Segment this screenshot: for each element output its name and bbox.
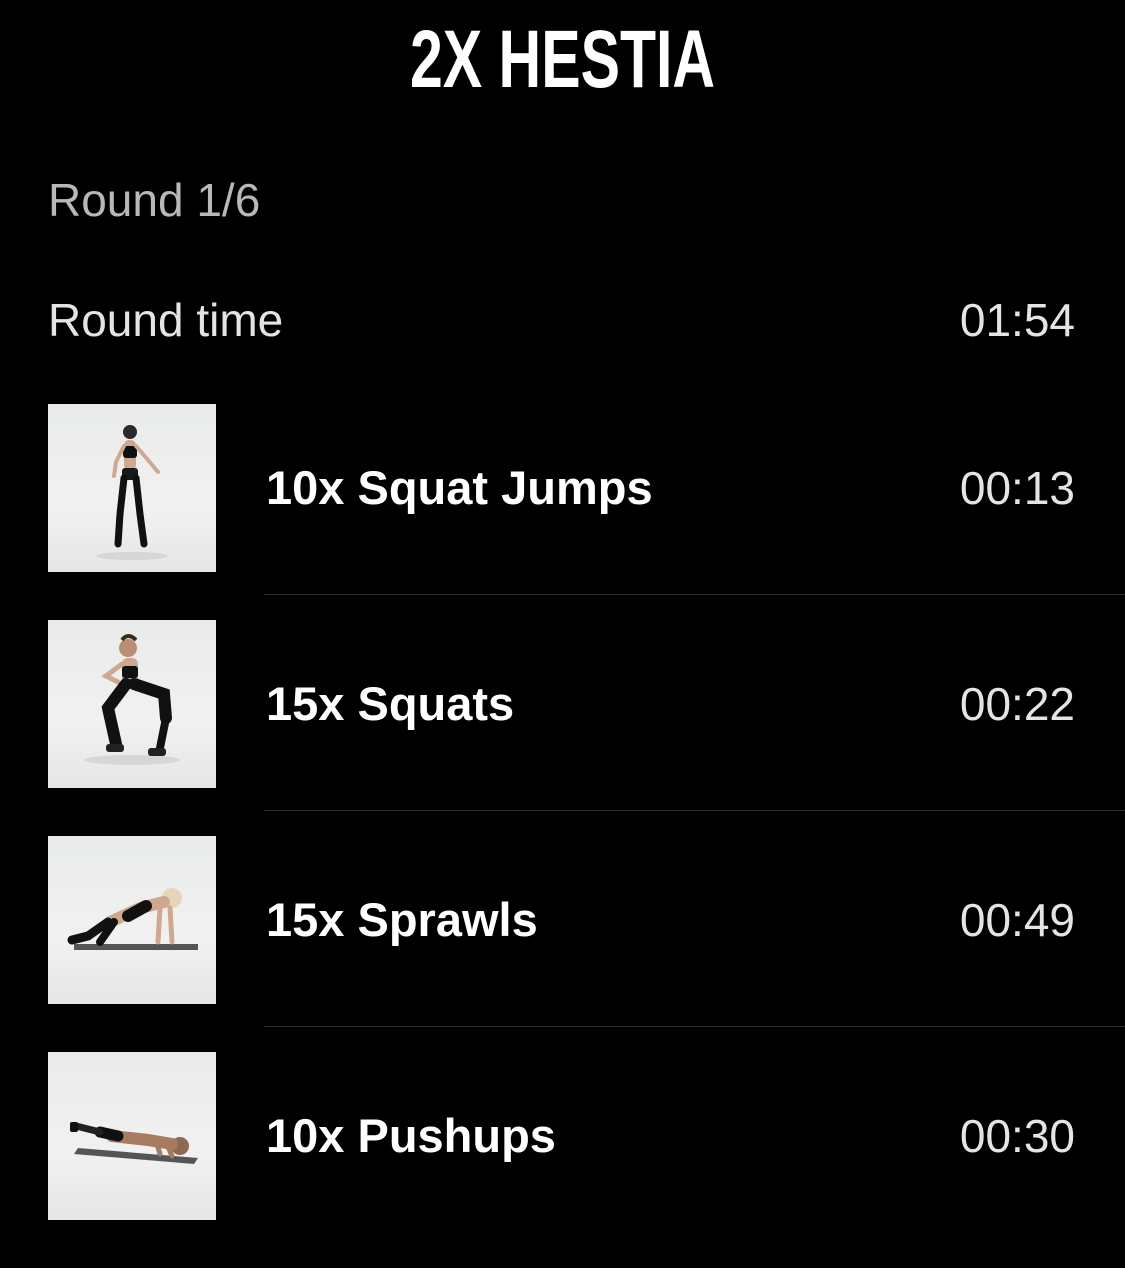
round-counter: Round 1/6: [48, 174, 261, 226]
row-divider: [264, 1026, 1125, 1027]
exercise-row-pushups[interactable]: 10x Pushups 00:30: [0, 1052, 1125, 1268]
exercise-duration: 00:13: [959, 462, 1075, 514]
round-time-value: 01:54: [959, 294, 1075, 346]
squat-jump-thumbnail: [48, 404, 216, 572]
exercise-duration: 00:30: [959, 1110, 1075, 1162]
pushup-thumbnail: [48, 1052, 216, 1220]
row-divider: [264, 810, 1125, 811]
squat-thumbnail: [48, 620, 216, 788]
exercise-row-squat-jumps[interactable]: 10x Squat Jumps 00:13: [0, 404, 1125, 620]
sprawl-thumbnail: [48, 836, 216, 1004]
exercise-name: 10x Squat Jumps: [266, 461, 653, 514]
exercise-name: 15x Squats: [266, 677, 515, 730]
exercise-name: 10x Pushups: [266, 1109, 556, 1162]
exercise-duration: 00:49: [959, 894, 1075, 946]
row-divider: [264, 594, 1125, 595]
round-time-label: Round time: [48, 294, 284, 346]
exercise-row-squats[interactable]: 15x Squats 00:22: [0, 620, 1125, 836]
exercise-name: 15x Sprawls: [266, 893, 538, 946]
page-title: 2X HESTIA: [409, 14, 716, 105]
exercise-duration: 00:22: [959, 678, 1075, 730]
exercise-row-sprawls[interactable]: 15x Sprawls 00:49: [0, 836, 1125, 1052]
